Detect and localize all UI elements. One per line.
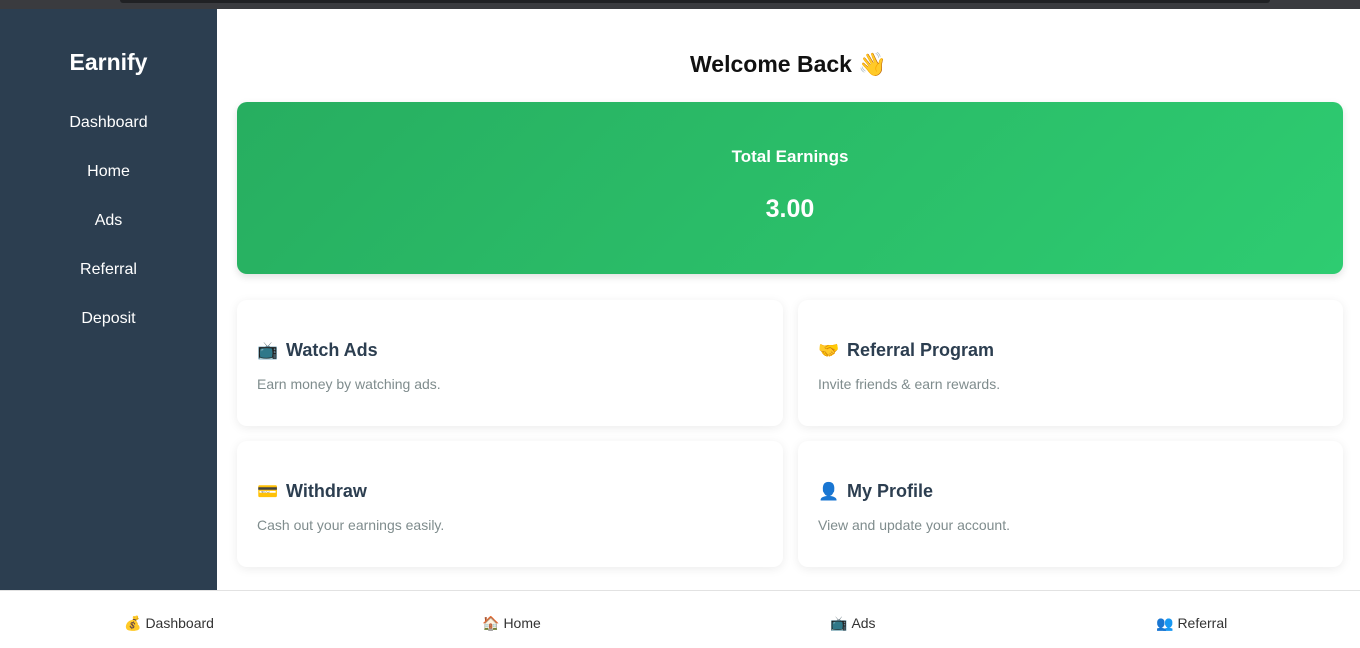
bottom-nav-referral[interactable]: 👥 Referral: [1156, 613, 1227, 633]
handshake-icon: 🤝: [818, 340, 840, 360]
sidebar-item-deposit[interactable]: Deposit: [0, 308, 217, 357]
card-title: 👤 My Profile: [818, 481, 933, 502]
card-description: Invite friends & earn rewards.: [818, 376, 1001, 392]
bottom-nav-label: Referral: [1177, 615, 1228, 631]
sidebar-item-ads[interactable]: Ads: [0, 210, 217, 259]
sidebar-nav: Dashboard Home Ads Referral Deposit: [0, 112, 217, 357]
tv-icon: 📺: [830, 615, 848, 631]
brand-logo-text: Earnify: [69, 49, 148, 75]
card-title-text: Referral Program: [847, 340, 995, 360]
withdraw-card[interactable]: 💳 Withdraw Cash out your earnings easily…: [237, 441, 783, 567]
main-content: Welcome Back 👋 Total Earnings 3.00 📺 Wat…: [217, 9, 1360, 590]
my-profile-card[interactable]: 👤 My Profile View and update your accoun…: [798, 441, 1343, 567]
card-description: View and update your account.: [818, 517, 1010, 533]
bottom-nav-dashboard[interactable]: 💰 Dashboard: [124, 613, 214, 633]
card-title-text: Withdraw: [286, 481, 367, 501]
bottom-nav-label: Ads: [851, 615, 876, 631]
home-icon: 🏠: [482, 615, 500, 631]
user-icon: 👤: [818, 481, 840, 501]
sidebar-item-dashboard[interactable]: Dashboard: [0, 112, 217, 161]
card-title: 📺 Watch Ads: [257, 340, 378, 361]
card-title: 🤝 Referral Program: [818, 340, 994, 361]
bottom-nav-ads[interactable]: 📺 Ads: [830, 613, 876, 633]
bottom-nav: 💰 Dashboard 🏠 Home 📺 Ads 👥 Referral: [0, 590, 1360, 648]
bottom-nav-home[interactable]: 🏠 Home: [482, 613, 541, 633]
watch-ads-card[interactable]: 📺 Watch Ads Earn money by watching ads.: [237, 300, 783, 426]
sidebar-item-home[interactable]: Home: [0, 161, 217, 210]
browser-tab-strip: [120, 0, 1270, 3]
card-title-text: Watch Ads: [286, 340, 378, 360]
users-icon: 👥: [1156, 615, 1174, 631]
sidebar-item-referral[interactable]: Referral: [0, 259, 217, 308]
bottom-nav-label: Home: [503, 615, 541, 631]
browser-top-bar: [0, 0, 1360, 9]
card-title: 💳 Withdraw: [257, 481, 367, 502]
credit-card-icon: 💳: [257, 481, 279, 501]
earnings-value: 3.00: [765, 195, 815, 223]
card-description: Cash out your earnings easily.: [257, 517, 445, 533]
bottom-nav-label: Dashboard: [145, 615, 214, 631]
earnings-label: Total Earnings: [731, 147, 849, 166]
total-earnings-card: Total Earnings 3.00: [237, 102, 1343, 274]
page-title: Welcome Back 👋: [690, 51, 887, 77]
tv-icon: 📺: [257, 340, 279, 360]
sidebar: Earnify Dashboard Home Ads Referral Depo…: [0, 9, 217, 590]
referral-program-card[interactable]: 🤝 Referral Program Invite friends & earn…: [798, 300, 1343, 426]
card-title-text: My Profile: [847, 481, 934, 501]
card-description: Earn money by watching ads.: [257, 376, 441, 392]
money-bag-icon: 💰: [124, 615, 142, 631]
